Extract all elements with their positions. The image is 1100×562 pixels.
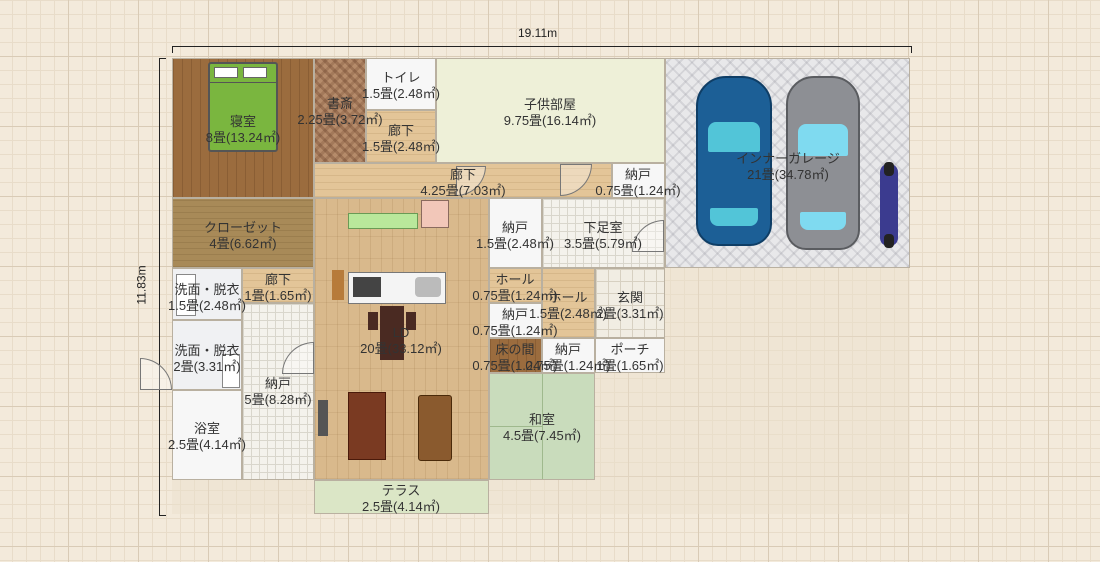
height-dimension-line <box>159 58 166 516</box>
label-storage-mid: 納戸 1.5畳(2.48㎡) <box>475 220 555 251</box>
label-hall-left: 廊下 1畳(1.65㎡) <box>244 272 312 303</box>
label-kids: 子供部屋 9.75畳(16.14㎡) <box>503 97 597 128</box>
fridge <box>421 200 449 228</box>
label-wash1: 洗面・脱衣 1.5畳(2.48㎡) <box>167 282 247 313</box>
label-ld: LD 20畳(33.12㎡) <box>360 325 442 356</box>
sink-icon <box>415 277 441 297</box>
label-entrance: 玄関 2畳(3.31㎡) <box>596 290 664 321</box>
label-garage: インナーガレージ 21畳(34.78㎡) <box>736 151 840 182</box>
label-hallway: 廊下 4.25畳(7.03㎡) <box>420 167 506 198</box>
sofa <box>418 395 452 461</box>
width-dimension-line <box>172 46 912 53</box>
height-dimension-label: 11.83m <box>134 265 149 305</box>
label-storage-big: 納戸 5畳(8.28㎡) <box>244 376 312 407</box>
label-wash2: 洗面・脱衣 2畳(3.31㎡) <box>173 343 241 374</box>
label-shoe: 下足室 3.5畳(5.79㎡) <box>563 220 643 251</box>
label-hall-small: 廊下 1.5畳(2.48㎡) <box>361 123 441 154</box>
width-dimension-label: 19.11m <box>518 26 558 40</box>
label-toilet: トイレ 1.5畳(2.48㎡) <box>361 70 441 101</box>
label-porch: ポーチ 1畳(1.65㎡) <box>596 342 664 373</box>
rug <box>348 392 386 460</box>
label-bedroom: 寝室 8畳(13.24㎡) <box>205 114 281 145</box>
label-closet: クローゼット 4畳(6.62㎡) <box>203 220 283 251</box>
label-storage-top: 納戸 0.75畳(1.24㎡) <box>595 167 681 198</box>
label-storage-small: 納戸 0.75畳(1.24㎡) <box>472 307 558 338</box>
label-japanese: 和室 4.5畳(7.45㎡) <box>502 412 582 443</box>
motorcycle <box>880 162 898 248</box>
kitchen-island <box>348 272 446 304</box>
stove-icon <box>353 277 381 297</box>
label-bath: 浴室 2.5畳(4.14㎡) <box>167 421 247 452</box>
tv-unit <box>318 400 328 436</box>
kitchen-counter <box>348 213 418 229</box>
door-entry-left[interactable] <box>140 358 172 390</box>
label-terrace: テラス 2.5畳(4.14㎡) <box>361 483 441 514</box>
shelf <box>332 270 344 300</box>
